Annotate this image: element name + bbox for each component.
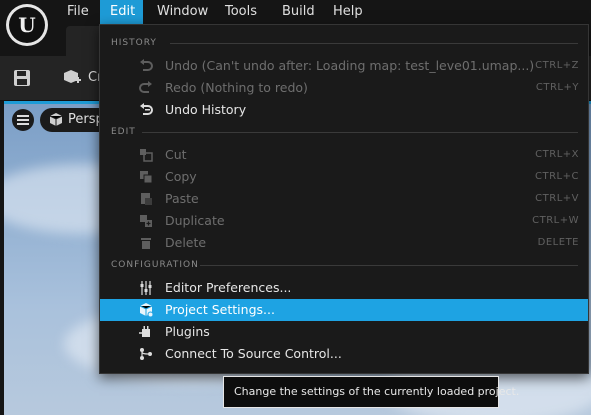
menu-item-label: Undo History [165,102,247,117]
menu-build[interactable]: Build [272,0,320,24]
shortcut-label: DELETE [537,237,579,248]
menu-item-copy[interactable]: Copy CTRL+C [100,166,588,188]
plugin-icon [138,324,154,340]
section-divider [170,43,578,44]
section-divider [200,265,578,266]
section-title-configuration: CONFIGURATION [111,260,199,270]
menu-item-paste[interactable]: Paste CTRL+V [100,188,588,210]
create-button[interactable] [58,64,86,92]
menu-item-label: Copy [165,169,197,184]
viewport-options-button[interactable] [12,109,34,131]
section-divider [142,132,578,133]
menu-item-label: Connect To Source Control... [165,346,342,361]
menu-item-label: Plugins [165,324,210,339]
menu-item-label: Delete [165,235,207,250]
menu-item-connect-source-control[interactable]: Connect To Source Control... [100,343,588,365]
project-settings-icon [138,302,154,318]
hamburger-icon [17,115,29,125]
menu-item-label: Undo (Can't undo after: Loading map: tes… [165,58,535,73]
menu-edit[interactable]: Edit [100,0,143,24]
menu-bar: File Edit Window Tools Build Help [0,0,591,24]
menu-item-label: Cut [165,147,187,162]
unreal-logo[interactable]: U [6,4,48,46]
shortcut-label: CTRL+Y [535,82,579,93]
copy-icon [138,169,154,185]
undo-history-icon [138,102,154,118]
undo-icon [138,58,154,74]
sliders-icon [138,280,154,296]
menu-window[interactable]: Window [147,0,213,24]
menu-item-label: Project Settings... [165,302,275,317]
menu-file[interactable]: File [57,0,97,24]
unreal-logo-glyph: U [9,7,45,43]
trash-icon [138,235,154,251]
create-cube-icon [64,70,81,83]
edit-menu-dropdown: HISTORY Undo (Can't undo after: Loading … [99,24,589,374]
shortcut-label: CTRL+W [532,215,579,226]
save-icon [14,70,30,86]
menu-item-plugins[interactable]: Plugins [100,321,588,343]
paste-icon [138,191,154,207]
perspective-cube-icon [48,112,64,137]
menu-tools[interactable]: Tools [215,0,267,24]
menu-item-project-settings[interactable]: Project Settings... [100,299,588,321]
menu-item-undo-history[interactable]: Undo History [100,99,588,121]
menu-item-duplicate[interactable]: Duplicate CTRL+W [100,210,588,232]
project-settings-tooltip: Change the settings of the currently loa… [223,376,519,408]
menu-item-redo[interactable]: Redo (Nothing to redo) CTRL+Y [100,77,588,99]
menu-item-editor-preferences[interactable]: Editor Preferences... [100,277,588,299]
save-button[interactable] [8,64,36,92]
section-title-edit: EDIT [111,127,136,137]
menu-item-undo[interactable]: Undo (Can't undo after: Loading map: tes… [100,55,588,77]
cut-icon [138,147,154,163]
menu-item-delete[interactable]: Delete DELETE [100,232,588,254]
source-control-icon [138,346,154,362]
menu-item-label: Paste [165,191,199,206]
shortcut-label: CTRL+V [535,193,579,204]
menu-item-label: Duplicate [165,213,225,228]
shortcut-label: CTRL+C [535,171,579,182]
menu-help[interactable]: Help [323,0,369,24]
menu-item-label: Editor Preferences... [165,280,292,295]
shortcut-label: CTRL+Z [535,60,579,71]
menu-item-cut[interactable]: Cut CTRL+X [100,144,588,166]
shortcut-label: CTRL+X [535,149,579,160]
section-title-history: HISTORY [111,38,157,48]
redo-icon [138,80,154,96]
menu-item-label: Redo (Nothing to redo) [165,80,308,95]
duplicate-icon [138,213,154,229]
